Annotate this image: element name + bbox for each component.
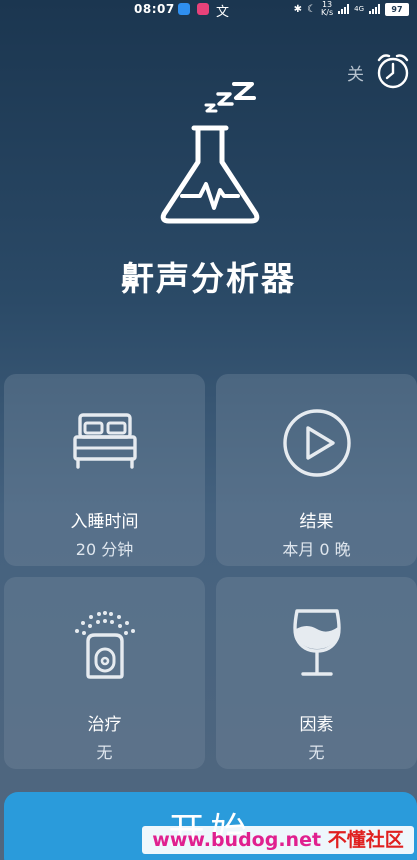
- signal-icon: [338, 4, 350, 14]
- search-app-icon: [178, 3, 190, 15]
- results-value: 本月 0 晚: [282, 540, 351, 559]
- net-speed: 13 K/s: [321, 0, 334, 17]
- alarm-toggle[interactable]: 关: [337, 52, 417, 92]
- bed-icon: [4, 412, 205, 470]
- watermark: www.budog.net 不懂社区: [142, 826, 414, 854]
- alarm-clock-icon: [373, 52, 413, 94]
- status-time: 08:07: [134, 2, 175, 16]
- flask-logo-icon: [150, 78, 270, 232]
- remedies-card[interactable]: 治疗 无: [4, 577, 205, 769]
- alarm-state-label: 关: [347, 65, 364, 85]
- sleep-time-value: 20 分钟: [75, 540, 134, 559]
- network-type: 4G: [354, 5, 364, 13]
- factors-card[interactable]: 因素 无: [216, 577, 417, 769]
- status-indicators: ✱ ☾ 13 K/s 4G 97: [294, 1, 409, 17]
- remedy-device-icon: [4, 609, 205, 681]
- do-not-disturb-icon: ☾: [307, 3, 316, 15]
- play-icon: [216, 408, 417, 478]
- translate-icon: 文: [216, 5, 230, 20]
- app-title: 鼾声分析器: [121, 259, 296, 298]
- remedies-value: 无: [96, 743, 113, 762]
- factors-value: 无: [308, 743, 325, 762]
- watermark-url: www.budog.net: [152, 829, 322, 851]
- results-card[interactable]: 结果 本月 0 晚: [216, 374, 417, 566]
- remedies-label: 治疗: [87, 715, 122, 735]
- results-label: 结果: [299, 512, 334, 532]
- status-bar: 08:07 文 ✱ ☾ 13 K/s 4G 97: [0, 0, 417, 20]
- wine-glass-icon: [216, 607, 417, 679]
- sleep-time-label: 入睡时间: [70, 512, 139, 532]
- factors-label: 因素: [299, 715, 334, 735]
- watermark-site-name: 不懂社区: [327, 829, 404, 851]
- bookmark-app-icon: [197, 3, 209, 15]
- signal-icon-2: [369, 4, 380, 14]
- bluetooth-icon: ✱: [293, 3, 303, 15]
- battery-icon: 97: [385, 2, 409, 16]
- sleep-time-card[interactable]: 入睡时间 20 分钟: [4, 374, 205, 566]
